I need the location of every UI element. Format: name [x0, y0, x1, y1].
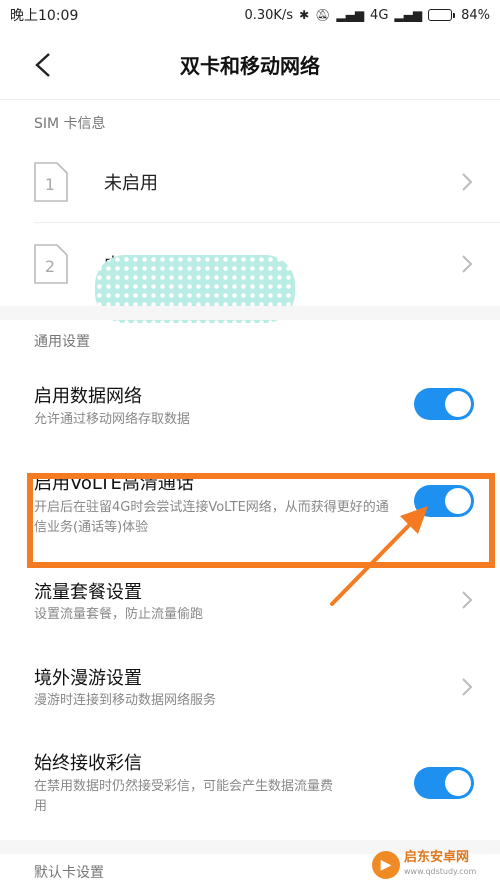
network-speed: 0.30K/s [244, 7, 294, 23]
setting-title: 始终接收彩信 [34, 753, 142, 774]
chevron-left-icon [35, 53, 50, 77]
setting-row-roaming[interactable]: 境外漫游设置 漫游时连接到移动数据网络服务 [0, 650, 500, 735]
sim-row-1[interactable]: 1 未启用 [0, 141, 500, 223]
toggle-switch[interactable] [414, 767, 474, 799]
page-title: 双卡和移动网络 [180, 54, 320, 78]
setting-row-volte[interactable]: 启用VoLTE高清通话 开启后在驻留4G时会尝试连接VoLTE网络，从而获得更好… [0, 450, 500, 565]
battery-percent: 84% [461, 7, 490, 23]
chevron-right-icon [462, 173, 473, 191]
nav-bar: 双卡和移动网络 [0, 30, 500, 100]
watermark: ▶ 启东安卓网 www.qdstudy.com [372, 845, 492, 885]
watermark-url: www.qdstudy.com [404, 867, 477, 876]
sim-card-icon: 2 [34, 244, 68, 284]
setting-title: 境外漫游设置 [34, 668, 142, 689]
toggle-switch[interactable] [414, 485, 474, 517]
setting-subtitle: 漫游时连接到移动数据网络服务 [34, 693, 217, 708]
setting-title: 启用VoLTE高清通话 [34, 473, 194, 494]
svg-text:1: 1 [45, 175, 55, 194]
setting-row-data-plan[interactable]: 流量套餐设置 设置流量套餐，防止流量偷跑 [0, 565, 500, 650]
toggle-switch[interactable] [414, 388, 474, 420]
sim-card-icon: 1 [34, 162, 68, 202]
setting-row-mms[interactable]: 始终接收彩信 在禁用数据时仍然接受彩信，可能会产生数据流量费用 [0, 735, 500, 835]
mute-icon: 🔕︎ [315, 8, 331, 22]
setting-title: 启用数据网络 [34, 386, 142, 407]
watermark-logo-icon: ▶ [372, 851, 400, 879]
section-gap [0, 306, 500, 320]
setting-subtitle: 设置流量套餐，防止流量偷跑 [34, 607, 204, 622]
signal-hd-icon: ▂▄▆ [336, 8, 365, 22]
back-button[interactable] [28, 50, 58, 80]
sim-label: 未启用 [104, 173, 158, 194]
setting-row-data-network[interactable]: 启用数据网络 允许通过移动网络存取数据 [0, 360, 500, 450]
chevron-right-icon [462, 591, 473, 609]
setting-subtitle: 开启后在驻留4G时会尝试连接VoLTE网络，从而获得更好的通信业务(通话等)体验 [34, 500, 389, 535]
watermark-name: 启东安卓网 [404, 850, 470, 865]
status-bar: 晚上10:09 0.30K/s ✱ 🔕︎ ▂▄▆ 4G ▂▄▆ 84% [0, 0, 500, 30]
chevron-right-icon [462, 678, 473, 696]
setting-subtitle: 在禁用数据时仍然接受彩信，可能会产生数据流量费用 [34, 779, 334, 814]
status-time: 晚上10:09 [10, 8, 79, 24]
setting-title: 流量套餐设置 [34, 582, 142, 603]
section-header-sim: SIM 卡信息 [34, 116, 106, 132]
setting-subtitle: 允许通过移动网络存取数据 [34, 412, 191, 427]
signal-bars-icon: ▂▄▆ [394, 8, 423, 22]
battery-icon [428, 9, 456, 21]
svg-text:2: 2 [45, 257, 55, 276]
bluetooth-icon: ✱ [299, 8, 310, 22]
network-type: 4G [370, 7, 389, 23]
status-icons: 0.30K/s ✱ 🔕︎ ▂▄▆ 4G ▂▄▆ 84% [244, 8, 490, 23]
chevron-right-icon [462, 255, 473, 273]
section-header-general: 通用设置 [34, 334, 90, 350]
